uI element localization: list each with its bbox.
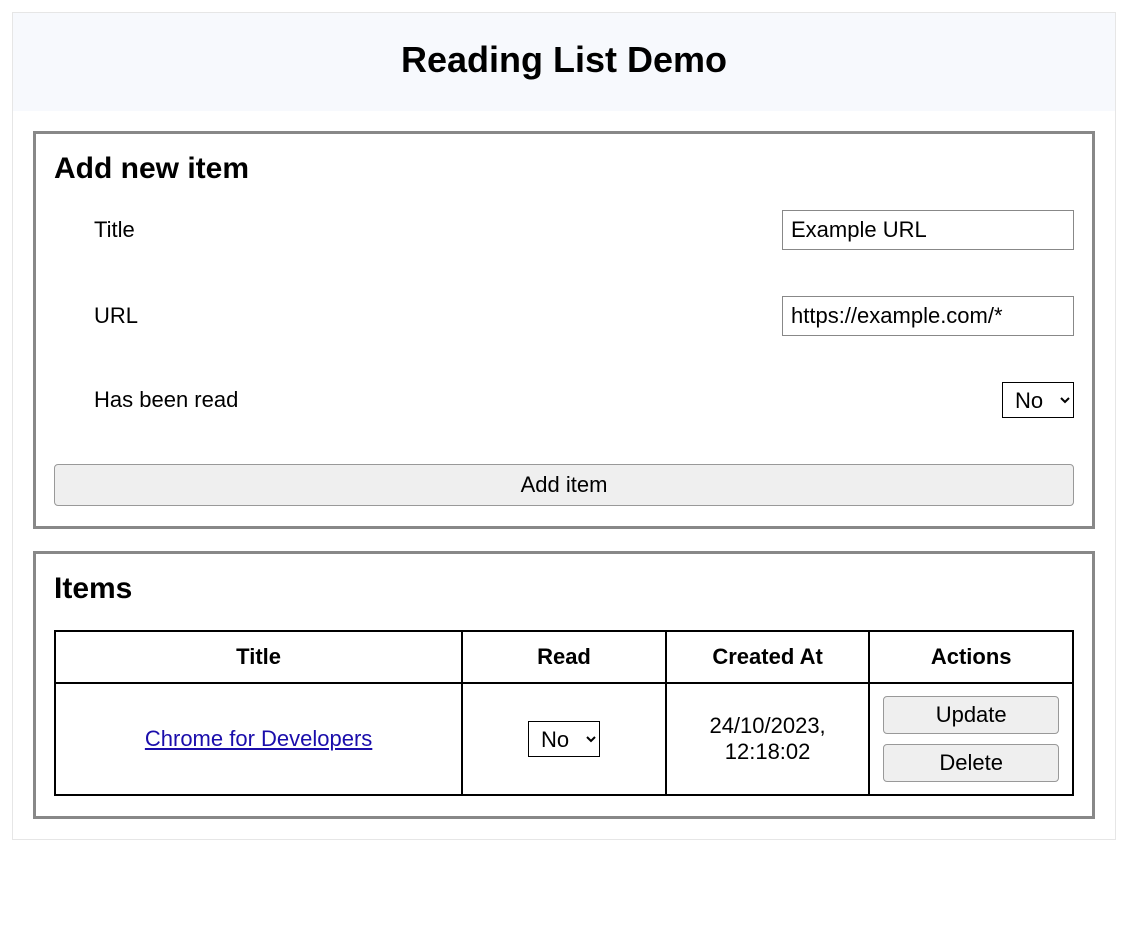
cell-read: NoYes bbox=[462, 683, 666, 795]
cell-created: 24/10/2023, 12:18:02 bbox=[666, 683, 870, 795]
content-area: Add new item Title URL Has been read NoY… bbox=[13, 111, 1115, 839]
item-link[interactable]: Chrome for Developers bbox=[145, 726, 372, 751]
cell-actions: Update Delete bbox=[869, 683, 1073, 795]
title-label: Title bbox=[94, 217, 135, 243]
col-header-actions: Actions bbox=[869, 631, 1073, 683]
add-item-button[interactable]: Add item bbox=[54, 464, 1074, 506]
page-title: Reading List Demo bbox=[13, 39, 1115, 81]
read-label: Has been read bbox=[94, 387, 238, 413]
items-panel: Items Title Read Created At Actions bbox=[33, 551, 1095, 819]
form-row-read: Has been read NoYes bbox=[54, 382, 1074, 418]
row-read-select[interactable]: NoYes bbox=[528, 721, 600, 757]
update-button[interactable]: Update bbox=[883, 696, 1059, 734]
table-row: Chrome for Developers NoYes 24/10/2023, … bbox=[55, 683, 1073, 795]
items-table: Title Read Created At Actions Chrome for… bbox=[54, 630, 1074, 796]
items-tbody: Chrome for Developers NoYes 24/10/2023, … bbox=[55, 683, 1073, 795]
app-container: Reading List Demo Add new item Title URL… bbox=[12, 12, 1116, 840]
url-input[interactable] bbox=[782, 296, 1074, 336]
add-item-panel: Add new item Title URL Has been read NoY… bbox=[33, 131, 1095, 529]
col-header-created: Created At bbox=[666, 631, 870, 683]
cell-title: Chrome for Developers bbox=[55, 683, 462, 795]
url-label: URL bbox=[94, 303, 138, 329]
read-select[interactable]: NoYes bbox=[1002, 382, 1074, 418]
app-header: Reading List Demo bbox=[13, 13, 1115, 111]
col-header-read: Read bbox=[462, 631, 666, 683]
title-input[interactable] bbox=[782, 210, 1074, 250]
col-header-title: Title bbox=[55, 631, 462, 683]
add-item-heading: Add new item bbox=[54, 152, 1074, 186]
delete-button[interactable]: Delete bbox=[883, 744, 1059, 782]
table-header-row: Title Read Created At Actions bbox=[55, 631, 1073, 683]
form-row-url: URL bbox=[54, 296, 1074, 336]
form-row-title: Title bbox=[54, 210, 1074, 250]
items-heading: Items bbox=[54, 572, 1074, 606]
